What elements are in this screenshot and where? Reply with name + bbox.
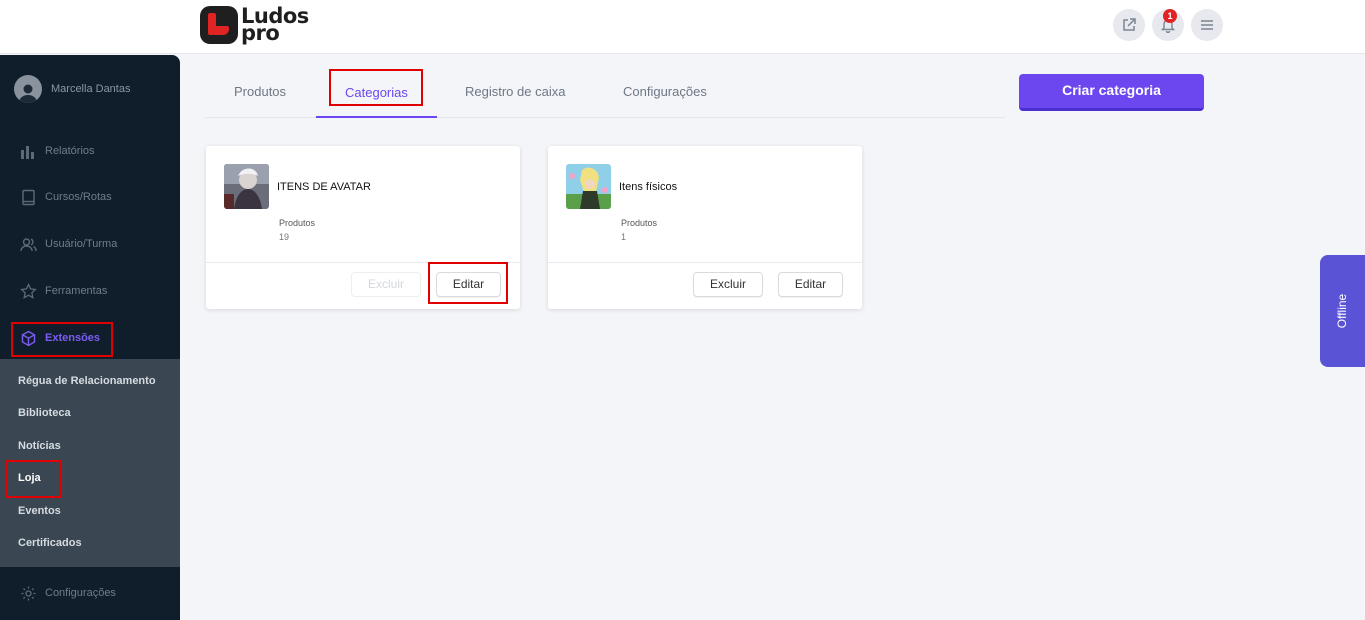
- sidebar: Marcella Dantas Relatórios Cursos/Rotas …: [0, 55, 180, 620]
- category-card: ITENS DE AVATAR Produtos 19 Excluir Edit…: [206, 146, 520, 309]
- user-name: Marcella Dantas: [51, 83, 131, 95]
- extensions-submenu: Régua de Relacionamento Biblioteca Notíc…: [0, 359, 180, 567]
- notifications-button[interactable]: 1: [1152, 9, 1184, 41]
- bar-chart-icon: [21, 145, 34, 159]
- top-actions: 1: [1113, 9, 1223, 41]
- submenu-item-eventos[interactable]: Eventos: [18, 505, 61, 517]
- submenu-item-loja[interactable]: Loja: [18, 472, 41, 484]
- cube-icon: [21, 330, 36, 346]
- active-tab-underline: [316, 116, 437, 118]
- sidebar-item-usuario-turma[interactable]: Usuário/Turma: [20, 234, 117, 254]
- star-icon: [20, 282, 37, 299]
- sidebar-item-label: Relatórios: [45, 145, 95, 157]
- category-thumbnail: [224, 164, 269, 209]
- submenu-item-noticias[interactable]: Notícias: [18, 440, 61, 452]
- external-link-icon: [1123, 18, 1136, 31]
- sidebar-item-extensoes[interactable]: Extensões: [20, 328, 100, 348]
- delete-button[interactable]: Excluir: [351, 272, 421, 297]
- user-silhouette-icon: [19, 84, 37, 103]
- card-divider: [548, 262, 862, 263]
- book-icon: [22, 189, 35, 205]
- products-count: 1: [621, 232, 627, 242]
- sidebar-item-label: Ferramentas: [45, 285, 108, 297]
- tab-configuracoes[interactable]: Configurações: [623, 84, 707, 99]
- products-label: Produtos: [279, 218, 316, 228]
- users-icon: [20, 237, 37, 251]
- category-thumbnail: [566, 164, 611, 209]
- tab-categorias[interactable]: Categorias: [345, 85, 408, 100]
- offline-status-tab[interactable]: Offline: [1320, 255, 1365, 367]
- logo-mark-icon: [200, 6, 238, 44]
- card-divider: [206, 262, 520, 263]
- sidebar-item-configuracoes[interactable]: Configurações: [20, 583, 116, 603]
- submenu-item-certificados[interactable]: Certificados: [18, 537, 82, 549]
- edit-button[interactable]: Editar: [436, 272, 501, 297]
- sidebar-item-label: Configurações: [45, 587, 116, 599]
- products-count: 19: [279, 232, 290, 242]
- sidebar-item-cursos-rotas[interactable]: Cursos/Rotas: [20, 187, 112, 207]
- offline-label: Offline: [1335, 293, 1349, 329]
- products-label: Produtos: [621, 218, 658, 228]
- category-name: ITENS DE AVATAR: [277, 181, 371, 193]
- sidebar-item-label: Extensões: [45, 332, 101, 344]
- menu-button[interactable]: [1191, 9, 1223, 41]
- sidebar-item-ferramentas[interactable]: Ferramentas: [20, 281, 107, 301]
- user-profile[interactable]: Marcella Dantas: [14, 75, 130, 103]
- top-bar: Ludos pro 1: [0, 0, 1365, 54]
- category-name: Itens físicos: [619, 181, 678, 193]
- delete-button[interactable]: Excluir: [693, 272, 763, 297]
- hamburger-menu-icon: [1201, 20, 1213, 30]
- avatar: [14, 75, 42, 103]
- tab-produtos[interactable]: Produtos: [234, 84, 286, 99]
- notification-badge: 1: [1163, 9, 1177, 23]
- tab-registro-de-caixa[interactable]: Registro de caixa: [465, 84, 565, 99]
- edit-button[interactable]: Editar: [778, 272, 843, 297]
- create-category-button[interactable]: Criar categoria: [1019, 74, 1204, 111]
- gear-icon: [21, 586, 36, 600]
- category-card: Itens físicos Produtos 1 Excluir Editar: [548, 146, 862, 309]
- external-link-button[interactable]: [1113, 9, 1145, 41]
- store-tabs: Produtos Categorias Registro de caixa Co…: [205, 70, 1005, 118]
- ludos-pro-logo[interactable]: Ludos pro: [200, 6, 309, 44]
- sidebar-item-relatorios[interactable]: Relatórios: [20, 141, 95, 161]
- submenu-item-biblioteca[interactable]: Biblioteca: [18, 407, 71, 419]
- submenu-item-regua[interactable]: Régua de Relacionamento: [18, 375, 156, 387]
- sidebar-item-label: Cursos/Rotas: [45, 191, 112, 203]
- sidebar-item-label: Usuário/Turma: [45, 238, 118, 250]
